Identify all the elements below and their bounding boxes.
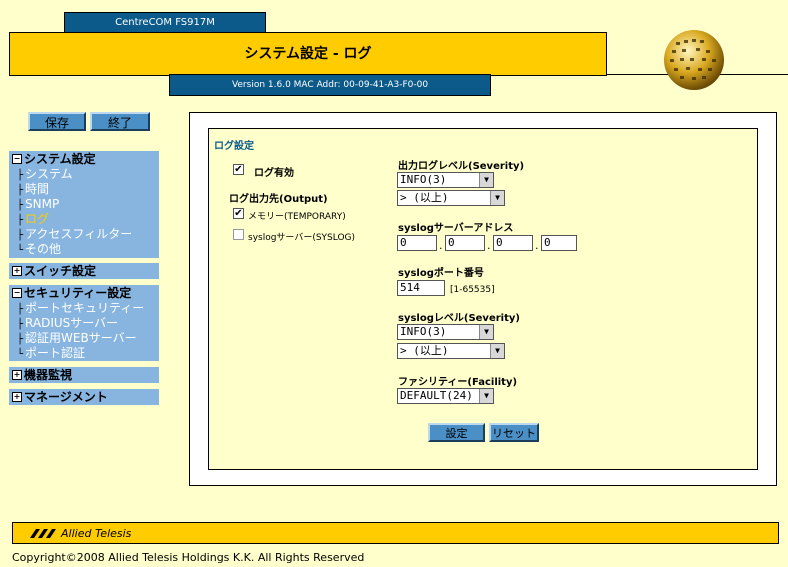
sidebar-monitor-group: + 機器監視 (9, 367, 159, 383)
expand-icon: + (12, 370, 22, 380)
syslog-level-value: INFO(3) (400, 325, 447, 338)
chevron-down-icon: ▼ (479, 173, 493, 187)
sidebar-item-radius[interactable]: ├ RADIUSサーバー (9, 316, 159, 331)
output-level-value: INFO(3) (400, 173, 447, 186)
sidebar-item-label: ログ (25, 212, 50, 226)
version-info: Version 1.6.0 MAC Addr: 00-09-41-A3-F0-0… (169, 74, 491, 96)
sidebar-item-label: 認証用WEBサーバー (25, 331, 137, 345)
sidebar-item-snmp[interactable]: ├ SNMP (9, 197, 159, 212)
sidebar-monitor-label: 機器監視 (24, 368, 73, 382)
syslog-address-octet-1[interactable]: 0 (397, 235, 437, 251)
collapse-icon: − (12, 154, 22, 164)
syslog-address-label: syslogサーバーアドレス (398, 223, 514, 234)
output-level-mode-select[interactable]: > (以上) ▼ (397, 190, 505, 206)
syslog-address-octet-2[interactable]: 0 (445, 235, 485, 251)
globe-logo-icon (662, 28, 726, 92)
syslog-port-input[interactable]: 514 (397, 280, 445, 296)
apply-button[interactable]: 設定 (428, 423, 485, 442)
chevron-down-icon: ▼ (479, 389, 493, 403)
sidebar-switch-label: スイッチ設定 (24, 264, 97, 278)
output-level-mode-value: > (以上) (400, 191, 449, 204)
sidebar-item-other[interactable]: └ その他 (9, 242, 159, 257)
sidebar-item-label: ポートセキュリティー (25, 301, 145, 315)
address-separator: . (487, 239, 491, 252)
syslog-port-label: syslogポート番号 (398, 268, 484, 279)
sidebar-management-group: + マネージメント (9, 389, 159, 405)
copyright-text: Copyright©2008 Allied Telesis Holdings K… (12, 551, 365, 564)
chevron-down-icon: ▼ (490, 191, 504, 205)
sidebar-item-port-auth[interactable]: └ ポート認証 (9, 346, 159, 361)
exit-button[interactable]: 終了 (90, 112, 150, 131)
sidebar-security-group: − セキュリティー設定 ├ ポートセキュリティー ├ RADIUSサーバー ├ 認証用… (9, 285, 159, 361)
sidebar-switch-group: + スイッチ設定 (9, 263, 159, 279)
sidebar-item-label: アクセスフィルター (25, 227, 133, 241)
log-enable-checkbox[interactable]: ✔ (233, 164, 244, 175)
address-separator: . (439, 239, 443, 252)
tree-branch-icon: ├ (17, 319, 24, 330)
sidebar-item-access-filter[interactable]: ├ アクセスフィルター (9, 227, 159, 242)
tree-branch-icon: ├ (17, 304, 24, 315)
section-title: ログ設定 (214, 141, 254, 152)
sidebar-security-header[interactable]: − セキュリティー設定 (9, 285, 159, 301)
brand-logo: Allied Telesis (30, 527, 131, 540)
facility-select[interactable]: DEFAULT(24) ▼ (397, 388, 494, 404)
syslog-level-label: syslogレベル(Severity) (398, 313, 520, 324)
tree-branch-icon: ├ (17, 185, 24, 196)
output-level-label: 出力ログレベル(Severity) (398, 161, 525, 172)
sidebar-item-label: RADIUSサーバー (25, 316, 119, 330)
sidebar-system-group: − システム設定 ├ システム ├ 時間 ├ SNMP ├ ログ ├ アクセスフィルター … (9, 151, 159, 258)
syslog-address-octet-4[interactable]: 0 (541, 235, 577, 251)
sidebar-management-label: マネージメント (24, 390, 108, 404)
syslog-address-octet-3[interactable]: 0 (493, 235, 533, 251)
sidebar-item-log[interactable]: ├ ログ (9, 212, 159, 227)
tree-branch-icon: ├ (17, 230, 24, 241)
collapse-icon: − (12, 288, 22, 298)
syslog-level-mode-value: > (以上) (400, 344, 449, 357)
syslog-server-checkbox[interactable] (233, 229, 244, 240)
expand-icon: + (12, 266, 22, 276)
address-separator: . (535, 239, 539, 252)
sidebar-item-label: 時間 (25, 182, 50, 196)
sidebar-item-label: SNMP (25, 197, 60, 211)
sidebar-item-time[interactable]: ├ 時間 (9, 182, 159, 197)
facility-value: DEFAULT(24) (400, 389, 473, 402)
tree-branch-icon: ├ (17, 334, 24, 345)
sidebar-item-system[interactable]: ├ システム (9, 167, 159, 182)
sidebar-monitor-header[interactable]: + 機器監視 (9, 367, 159, 383)
product-name: CentreCOM FS917M (64, 12, 266, 34)
chevron-down-icon: ▼ (490, 344, 504, 358)
tree-branch-icon: ├ (17, 215, 24, 226)
sidebar-management-header[interactable]: + マネージメント (9, 389, 159, 405)
syslog-port-range: [1-65535] (450, 285, 495, 295)
sidebar-switch-header[interactable]: + スイッチ設定 (9, 263, 159, 279)
memory-checkbox[interactable]: ✔ (233, 208, 244, 219)
page-title: システム設定 - ログ (9, 32, 607, 76)
allied-telesis-logo-icon (30, 529, 56, 538)
tree-branch-icon: ├ (17, 200, 24, 211)
expand-icon: + (12, 392, 22, 402)
sidebar-item-port-security[interactable]: ├ ポートセキュリティー (9, 301, 159, 316)
tree-end-icon: └ (17, 245, 24, 256)
sidebar-item-label: ポート認証 (25, 346, 86, 360)
save-button[interactable]: 保存 (28, 112, 86, 131)
facility-label: ファシリティー(Facility) (398, 377, 518, 388)
tree-branch-icon: ├ (17, 170, 24, 181)
log-enable-label: ログ有効 (254, 168, 294, 179)
sidebar-security-label: セキュリティー設定 (24, 286, 132, 300)
chevron-down-icon: ▼ (479, 325, 493, 339)
output-level-select[interactable]: INFO(3) ▼ (397, 172, 494, 188)
sidebar-system-label: システム設定 (24, 152, 96, 166)
syslog-level-select[interactable]: INFO(3) ▼ (397, 324, 494, 340)
sidebar-system-header[interactable]: − システム設定 (9, 151, 159, 167)
sidebar-item-label: システム (25, 167, 73, 181)
syslog-server-label: syslogサーバー(SYSLOG) (248, 233, 356, 243)
output-dest-label: ログ出力先(Output) (229, 194, 328, 205)
brand-name: Allied Telesis (61, 527, 132, 540)
reset-button[interactable]: リセット (489, 423, 539, 442)
sidebar-item-label: その他 (25, 242, 62, 256)
tree-end-icon: └ (17, 349, 24, 360)
sidebar-item-auth-web[interactable]: ├ 認証用WEBサーバー (9, 331, 159, 346)
syslog-level-mode-select[interactable]: > (以上) ▼ (397, 343, 505, 359)
memory-label: メモリー(TEMPORARY) (248, 212, 346, 222)
